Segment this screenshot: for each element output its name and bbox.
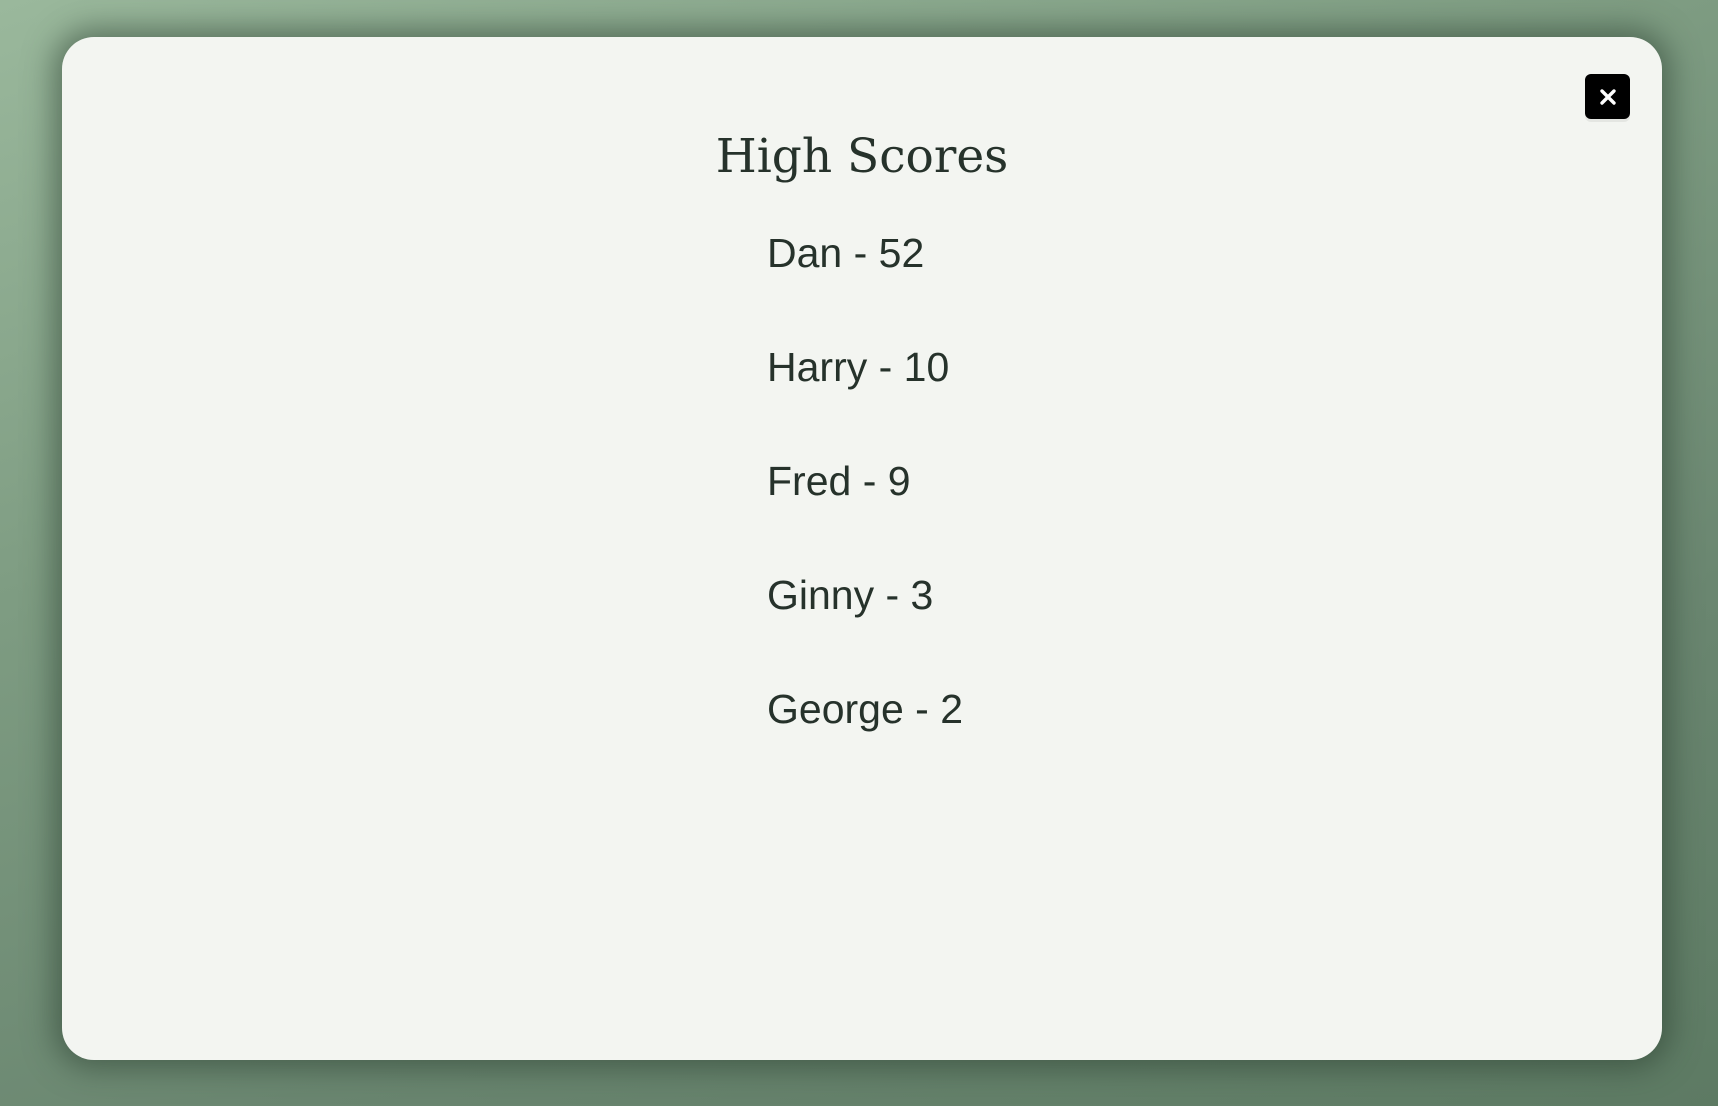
score-list: Dan - 52 Harry - 10 Fred - 9 Ginny - 3 G… [767, 225, 963, 795]
score-item: George - 2 [767, 686, 963, 732]
score-item: Ginny - 3 [767, 572, 934, 618]
modal-title: High Scores [715, 129, 1009, 184]
score-item: Dan - 52 [767, 230, 925, 276]
close-icon [1598, 87, 1618, 107]
score-item: Fred - 9 [767, 458, 911, 504]
close-button[interactable] [1585, 74, 1630, 119]
high-scores-modal: High Scores Dan - 52 Harry - 10 Fred - 9… [62, 37, 1662, 1060]
score-item: Harry - 10 [767, 344, 950, 390]
